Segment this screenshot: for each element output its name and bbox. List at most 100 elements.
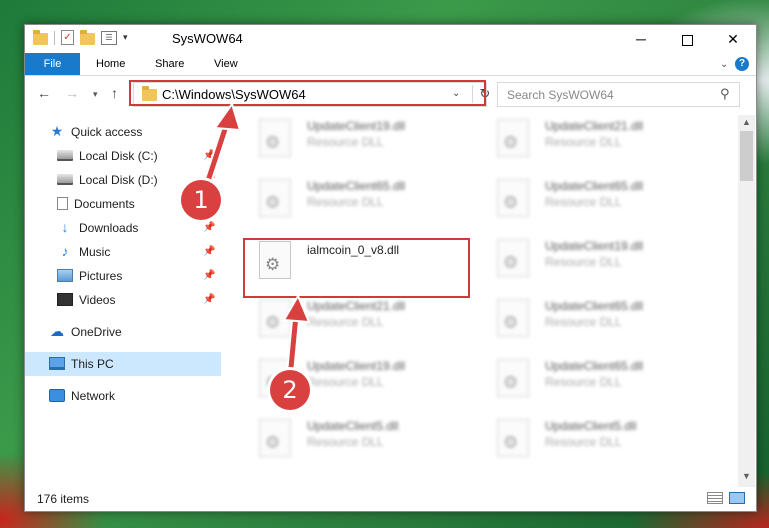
file-name: UpdateClient65.dll (545, 359, 644, 373)
explorer-window: ✓ ☰ ▾ SysWOW64 ─ ✕ File Home Share View … (24, 24, 757, 512)
navigation-pane: ★ Quick access Local Disk (C:) Local Disk… (25, 115, 221, 477)
file-item[interactable]: UpdateClient5.dll Resource DLL (487, 415, 717, 471)
file-highlight-box (243, 238, 470, 298)
title-bar: ✓ ☰ ▾ SysWOW64 ─ ✕ (25, 25, 756, 53)
vertical-scrollbar[interactable]: ▲ ▼ (738, 115, 755, 487)
tab-view[interactable]: View (214, 53, 238, 75)
pin-icon[interactable]: 📌 (203, 294, 215, 305)
documents-icon (57, 197, 68, 211)
file-name: UpdateClient5.dll (545, 419, 637, 433)
nav-item-music[interactable]: ♪ Music (57, 240, 219, 264)
file-type: Resource DLL (307, 135, 384, 149)
address-highlight-box (129, 80, 486, 106)
network-icon (49, 389, 65, 403)
dll-file-icon (259, 419, 291, 457)
nav-item-label: Pictures (79, 269, 123, 283)
nav-item-downloads[interactable]: ↓ Downloads (57, 216, 219, 240)
nav-item-quick-access[interactable]: ★ Quick access (49, 120, 219, 144)
properties-check-icon[interactable]: ✓ (61, 30, 74, 45)
nav-item-label: This PC (71, 357, 114, 371)
file-type: Resource DLL (545, 435, 622, 449)
forward-button[interactable]: → (65, 85, 79, 101)
new-folder-icon[interactable] (80, 29, 95, 45)
close-button[interactable]: ✕ (710, 25, 756, 53)
file-type: Resource DLL (545, 315, 622, 329)
nav-item-this-pc[interactable]: This PC (25, 352, 221, 376)
file-item[interactable]: UpdateClient65.dll Resource DLL (487, 355, 717, 411)
help-icon[interactable]: ? (735, 57, 749, 71)
expand-ribbon-icon[interactable]: ⌄ (720, 59, 728, 70)
nav-item-videos[interactable]: Videos (57, 288, 219, 312)
nav-item-label: Downloads (79, 221, 139, 235)
file-name: UpdateClient65.dll (307, 179, 406, 193)
minimize-button[interactable]: ─ (618, 25, 664, 53)
recent-locations-icon[interactable]: ▾ (93, 89, 98, 100)
file-item[interactable]: UpdateClient65.dll Resource DLL (487, 175, 717, 231)
nav-item-label: Local Disk (D:) (79, 173, 158, 187)
dll-file-icon (259, 299, 291, 337)
dll-file-icon (497, 359, 529, 397)
drive-icon (57, 174, 73, 186)
search-input[interactable]: Search SysWOW64 (507, 88, 614, 102)
file-name: UpdateClient19.dll (307, 119, 406, 133)
file-item[interactable]: UpdateClient21.dll Resource DLL (249, 295, 479, 351)
up-button[interactable]: ↑ (111, 85, 118, 101)
tab-file[interactable]: File (25, 53, 80, 75)
dll-file-icon (259, 179, 291, 217)
file-item[interactable]: UpdateClient65.dll Resource DLL (487, 295, 717, 351)
dll-file-icon (497, 299, 529, 337)
step-marker-2: 2 (270, 370, 310, 410)
step-marker-1: 1 (181, 180, 221, 220)
music-icon: ♪ (61, 243, 69, 260)
dll-file-icon (497, 179, 529, 217)
file-item[interactable]: UpdateClient5.dll Resource DLL (249, 415, 479, 471)
navigation-row: ← → ▾ ↑ C:\Windows\SysWOW64 ⌄ ↻ Search S… (25, 76, 756, 114)
file-type: Resource DLL (307, 315, 384, 329)
file-name: UpdateClient65.dll (545, 299, 644, 313)
pin-icon[interactable]: 📌 (203, 150, 215, 161)
file-item[interactable]: UpdateClient21.dll Resource DLL (487, 115, 717, 171)
file-item[interactable]: UpdateClient19.dll Resource DLL (249, 115, 479, 171)
pin-icon[interactable]: 📌 (203, 222, 215, 233)
nav-item-pictures[interactable]: Pictures (57, 264, 219, 288)
file-type: Resource DLL (545, 135, 622, 149)
nav-item-network[interactable]: Network (49, 384, 219, 408)
pictures-icon (57, 269, 73, 283)
toolbar-divider (54, 30, 55, 45)
download-icon: ↓ (61, 219, 69, 236)
properties-icon[interactable]: ☰ (101, 30, 117, 45)
search-icon[interactable]: ⚲ (720, 86, 730, 102)
status-bar: 176 items (25, 487, 756, 511)
videos-icon (57, 293, 73, 307)
window-title: SysWOW64 (172, 31, 243, 46)
nav-item-local-disk-c[interactable]: Local Disk (C:) (57, 144, 219, 168)
tab-home[interactable]: Home (96, 53, 125, 75)
folder-icon[interactable] (33, 29, 48, 45)
customize-toolbar-icon[interactable]: ▾ (123, 32, 128, 43)
search-box[interactable]: Search SysWOW64 ⚲ (497, 82, 740, 107)
item-count: 176 items (37, 492, 90, 506)
file-type: Resource DLL (307, 195, 384, 209)
pin-icon[interactable]: 📌 (203, 270, 215, 281)
file-item[interactable]: UpdateClient65.dll Resource DLL (249, 175, 479, 231)
file-name: UpdateClient21.dll (545, 119, 644, 133)
scroll-up-icon[interactable]: ▲ (742, 117, 751, 127)
nav-item-onedrive[interactable]: ☁ OneDrive (49, 320, 219, 344)
nav-item-label: Videos (79, 293, 116, 307)
back-button[interactable]: ← (37, 85, 51, 101)
nav-item-label: Local Disk (C:) (79, 149, 158, 163)
pin-icon[interactable]: 📌 (203, 246, 215, 257)
large-icons-view-icon[interactable] (729, 492, 745, 504)
file-item[interactable]: UpdateClient19.dll Resource DLL (487, 235, 717, 291)
scroll-down-icon[interactable]: ▼ (742, 471, 751, 481)
details-view-icon[interactable] (707, 492, 723, 504)
drive-icon (57, 150, 73, 162)
file-type: Resource DLL (545, 255, 622, 269)
ribbon-tabs: File Home Share View ⌄ ? (25, 53, 756, 76)
dll-file-icon (497, 419, 529, 457)
scroll-thumb[interactable] (740, 131, 753, 181)
quick-access-toolbar: ✓ ☰ ▾ (33, 29, 128, 45)
dll-file-icon (259, 119, 291, 157)
maximize-button[interactable] (664, 25, 710, 53)
tab-share[interactable]: Share (155, 53, 184, 75)
